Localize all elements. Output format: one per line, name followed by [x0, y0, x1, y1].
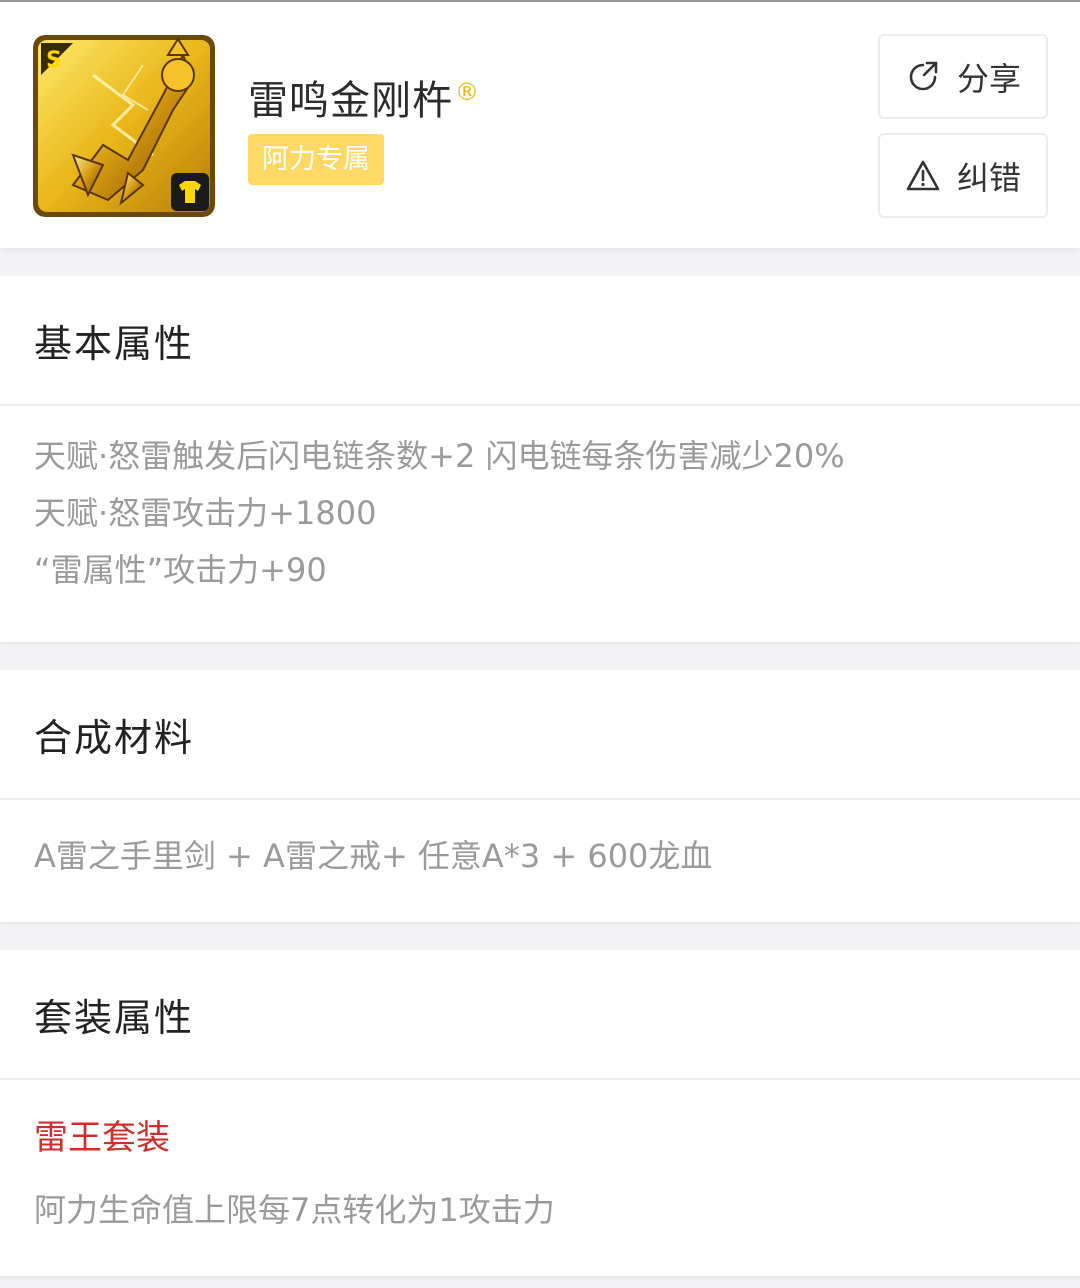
item-image: S [33, 35, 215, 217]
share-label: 分享 [956, 59, 1021, 98]
set-attributes-section: 套装属性 雷王套装 阿力生命值上限每7点转化为1攻击力 [0, 950, 1080, 1276]
item-title: 雷鸣金刚杵® [248, 68, 480, 126]
warning-icon [906, 160, 940, 190]
attribute-line: 天赋·怒雷攻击力+1800 [34, 494, 377, 532]
item-name: 雷鸣金刚杵 [248, 78, 453, 124]
section-body: 天赋·怒雷触发后闪电链条数+2 闪电链每条伤害减少20% 天赋·怒雷攻击力+18… [0, 406, 1080, 599]
exclusive-tag: 阿力专属 [248, 134, 384, 185]
materials-text: A雷之手里剑 + A雷之戒+ 任意A*3 + 600龙血 [34, 837, 713, 875]
share-icon [909, 61, 938, 90]
item-header: S 雷鸣金刚杵® 阿力专属 分享 纠错 [0, 0, 1080, 248]
section-body: 雷王套装 阿力生命值上限每7点转化为1攻击力 [0, 1080, 1080, 1239]
basic-attributes-section: 基本属性 天赋·怒雷触发后闪电链条数+2 闪电链每条伤害减少20% 天赋·怒雷攻… [0, 276, 1080, 642]
svg-text:S: S [46, 48, 62, 73]
attribute-line: 天赋·怒雷触发后闪电链条数+2 闪电链每条伤害减少20% [34, 437, 845, 475]
registered-mark: ® [455, 77, 480, 106]
share-button[interactable]: 分享 [878, 34, 1048, 119]
section-title: 合成材料 [0, 670, 1080, 800]
attribute-line: “雷属性”攻击力+90 [34, 551, 327, 589]
section-title: 套装属性 [0, 950, 1080, 1080]
report-label: 纠错 [956, 158, 1021, 197]
report-error-button[interactable]: 纠错 [878, 133, 1048, 218]
set-effect: 阿力生命值上限每7点转化为1攻击力 [34, 1191, 555, 1229]
materials-section: 合成材料 A雷之手里剑 + A雷之戒+ 任意A*3 + 600龙血 [0, 670, 1080, 922]
section-title: 基本属性 [0, 276, 1080, 406]
section-body: A雷之手里剑 + A雷之戒+ 任意A*3 + 600龙血 [0, 800, 1080, 885]
set-name[interactable]: 雷王套装 [34, 1108, 1046, 1168]
